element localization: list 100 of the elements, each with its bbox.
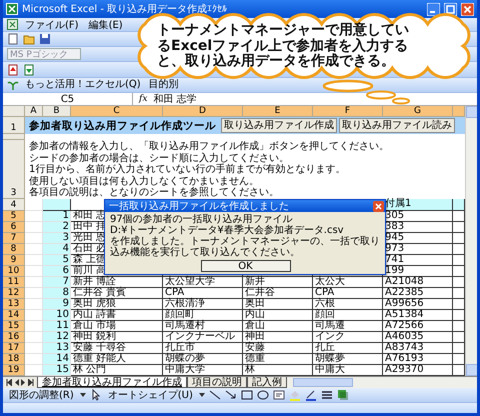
menu-item[interactable]: ファイル(F) bbox=[22, 18, 82, 32]
column-header[interactable]: D bbox=[163, 106, 243, 117]
caret-icon[interactable] bbox=[80, 392, 86, 398]
line-color-icon[interactable] bbox=[304, 389, 317, 401]
row-header[interactable]: 1 bbox=[3, 117, 25, 134]
table-cell bbox=[453, 222, 465, 233]
row-header[interactable]: 7 bbox=[3, 233, 25, 244]
table-cell: 内山 bbox=[243, 310, 313, 321]
row-header[interactable]: 6 bbox=[3, 222, 25, 233]
instruction-text: シードの参加者の場合は、シード順に入力してください。 bbox=[29, 152, 290, 164]
line-style-icon[interactable] bbox=[320, 389, 333, 401]
table-cell: 林 bbox=[243, 365, 313, 376]
table-cell bbox=[453, 244, 465, 255]
sheet-tab[interactable]: 記入例 bbox=[247, 377, 287, 388]
ok-button[interactable]: OK bbox=[200, 260, 290, 272]
row-header[interactable]: 4 bbox=[3, 199, 25, 211]
table-cell: 内山 詩書 bbox=[71, 310, 163, 321]
table-cell: 199 bbox=[383, 266, 453, 277]
sheet-tab[interactable]: 参加者取り込み用ファイル作成 bbox=[37, 377, 187, 388]
table-cell: 太公大 bbox=[313, 277, 383, 288]
column-header[interactable]: A bbox=[25, 106, 43, 117]
table-cell: 仁井谷 bbox=[243, 288, 313, 299]
table-cell: 新井 博詮 bbox=[71, 277, 163, 288]
column-header[interactable]: B bbox=[43, 106, 71, 117]
text-box-icon[interactable] bbox=[272, 389, 285, 401]
minimize-button[interactable] bbox=[427, 2, 440, 16]
row-header[interactable]: 17 bbox=[3, 343, 25, 354]
first-sheet-icon[interactable] bbox=[6, 379, 12, 386]
table-cell: A22385 bbox=[383, 288, 453, 299]
function-label[interactable]: fx bbox=[133, 94, 154, 104]
row-header[interactable]: 5 bbox=[3, 211, 25, 222]
vertical-scrollbar[interactable] bbox=[465, 106, 477, 376]
table-cell: 3 bbox=[43, 233, 71, 244]
shadow-icon[interactable] bbox=[336, 389, 349, 401]
row-header[interactable]: 11 bbox=[3, 277, 25, 288]
document-up-icon[interactable] bbox=[7, 64, 19, 76]
document-down-icon[interactable] bbox=[23, 64, 35, 76]
rectangle-icon[interactable] bbox=[240, 389, 253, 401]
table-cell: 神田 鋭利 bbox=[71, 332, 163, 343]
table-cell: CPA bbox=[163, 288, 243, 299]
arrow-icon[interactable] bbox=[224, 389, 237, 401]
row-header[interactable]: 10 bbox=[3, 266, 25, 277]
pointer-icon[interactable] bbox=[90, 389, 102, 401]
row-header[interactable]: 14 bbox=[3, 310, 25, 321]
close-button[interactable] bbox=[461, 2, 474, 16]
row-header[interactable]: 9 bbox=[3, 255, 25, 266]
table-cell: 新井 bbox=[243, 277, 313, 288]
callout-text: トーナメントマネージャーで用意してい るExcelファイル上で参加者を入力する と、取り込み用データを作成できる。 bbox=[157, 23, 409, 70]
column-header[interactable]: F bbox=[313, 106, 383, 117]
row-header[interactable]: 13 bbox=[3, 299, 25, 310]
table-cell: 孔丘市 bbox=[163, 343, 243, 354]
column-header[interactable]: G bbox=[383, 106, 453, 117]
plant-icon[interactable] bbox=[7, 79, 19, 91]
table-cell bbox=[453, 343, 465, 354]
table-cell: 305 bbox=[383, 211, 453, 222]
column-header[interactable]: C bbox=[71, 106, 163, 117]
table-cell bbox=[453, 354, 465, 365]
menu-item[interactable]: 編集(E) bbox=[86, 18, 126, 32]
fill-color-icon[interactable] bbox=[288, 389, 301, 401]
toolbar-menu[interactable]: オートシェイプ(U) bbox=[106, 388, 195, 402]
ellipse-icon[interactable] bbox=[256, 389, 269, 401]
table-cell: 1 bbox=[43, 211, 71, 222]
sheet-button[interactable]: 取り込み用ファイル読み bbox=[339, 118, 455, 133]
close-button[interactable] bbox=[373, 200, 384, 212]
row-header[interactable]: 16 bbox=[3, 332, 25, 343]
line-icon[interactable] bbox=[208, 389, 221, 401]
maximize-button[interactable] bbox=[444, 2, 457, 16]
last-sheet-icon[interactable] bbox=[28, 379, 34, 386]
table-cell: A76193 bbox=[383, 354, 453, 365]
column-header[interactable]: E bbox=[243, 106, 313, 117]
table-cell: 9 bbox=[43, 299, 71, 310]
caret-icon[interactable] bbox=[198, 392, 205, 398]
row-header[interactable]: 15 bbox=[3, 321, 25, 332]
row-header[interactable]: 12 bbox=[3, 288, 25, 299]
instruction-text: 各項目の説明は、となりのシートを参照してください。 bbox=[29, 187, 280, 199]
table-cell: 孔丘 bbox=[313, 343, 383, 354]
table-cell: インク bbox=[313, 332, 383, 343]
toolbar-link[interactable]: 目的別 bbox=[146, 77, 181, 91]
document-icon[interactable] bbox=[7, 19, 18, 30]
horizontal-scrollbar[interactable] bbox=[287, 377, 477, 388]
save-icon[interactable] bbox=[39, 33, 51, 45]
table-cell: 德重 好能人 bbox=[71, 354, 163, 365]
row-header[interactable]: 3 bbox=[3, 140, 25, 199]
toolbar-link[interactable]: もっと活用！エクセル(Q) bbox=[23, 77, 143, 91]
new-document-icon[interactable] bbox=[7, 33, 19, 45]
table-cell bbox=[453, 299, 465, 310]
previous-sheet-icon[interactable] bbox=[14, 379, 19, 386]
table-cell: 741 bbox=[383, 255, 453, 266]
row-header[interactable]: 18 bbox=[3, 354, 25, 365]
table-cell: A72566 bbox=[383, 321, 453, 332]
row-header[interactable]: 19 bbox=[3, 365, 25, 376]
sheet-button[interactable]: 取り込み用ファイル作成 bbox=[221, 118, 337, 133]
sheet-tab[interactable]: 項目の説明 bbox=[187, 377, 247, 388]
row-header[interactable]: 8 bbox=[3, 244, 25, 255]
table-cell bbox=[453, 332, 465, 343]
table-cell: 倉山 市場 bbox=[71, 321, 163, 332]
next-sheet-icon[interactable] bbox=[21, 379, 26, 386]
toolbar-menu[interactable]: 図形の調整(R) bbox=[7, 388, 76, 402]
table-cell: 973 bbox=[383, 244, 453, 255]
table-cell: 胡蝶夢 bbox=[313, 354, 383, 365]
